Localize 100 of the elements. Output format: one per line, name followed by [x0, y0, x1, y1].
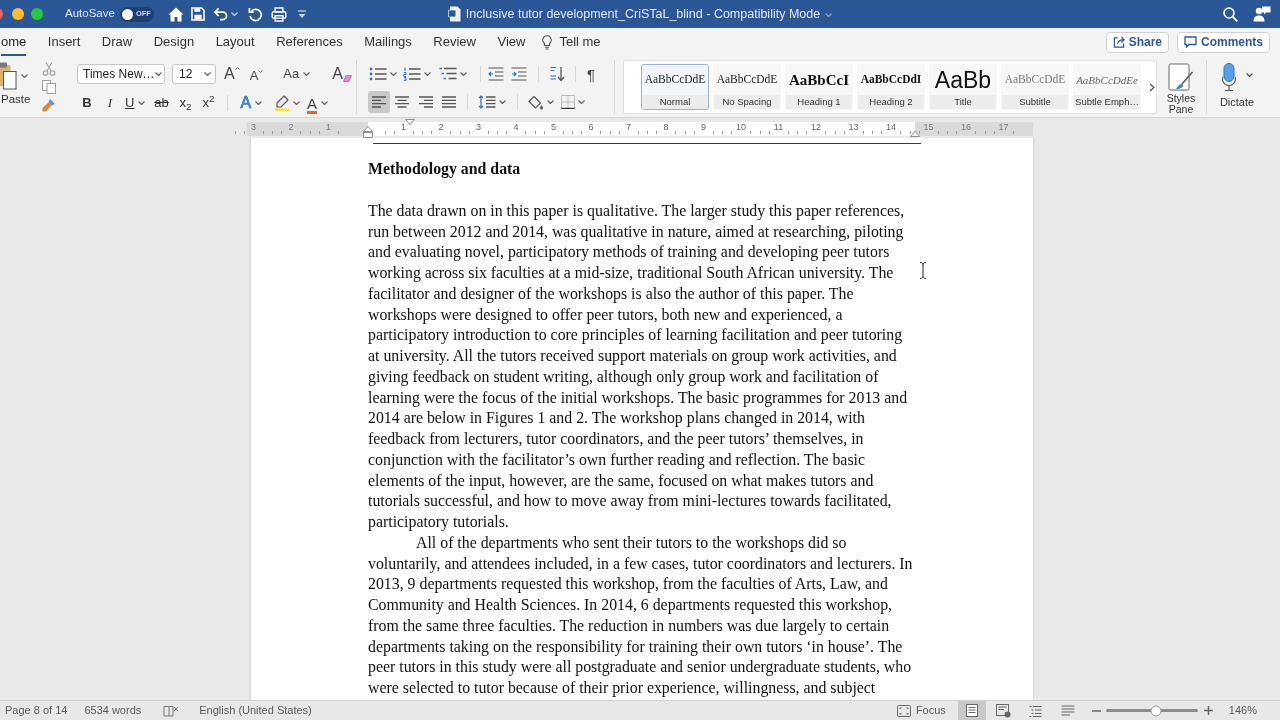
word-count: 6534 words	[84, 703, 142, 719]
style-option[interactable]: AaBbCcDdE Subtitle	[1001, 64, 1069, 110]
style-name: Subtitle	[1002, 95, 1068, 109]
underline-button[interactable]: U	[125, 93, 146, 113]
search-icon[interactable]	[1223, 6, 1238, 22]
multilevel-list-button[interactable]	[439, 67, 467, 81]
font-name-dropdown[interactable]: Times New…	[77, 64, 165, 84]
caret-icon	[424, 72, 431, 76]
window-title: Inclusive tutor development_CriSTaL_blind - Compatibility Mode	[465, 5, 821, 23]
highlight-button[interactable]	[274, 95, 301, 111]
numbering-button[interactable]	[403, 67, 431, 81]
styles-pane-button[interactable]: Styles Pane	[1162, 56, 1200, 115]
increase-indent-icon[interactable]	[511, 67, 527, 81]
style-option[interactable]: AaBbCcDdE Normal	[641, 64, 709, 110]
window-zoom-button[interactable]	[31, 8, 43, 20]
align-left-button[interactable]	[368, 91, 390, 113]
home-icon[interactable]	[167, 6, 184, 22]
italic-button[interactable]: I	[102, 93, 118, 113]
style-name: Heading 1	[786, 95, 852, 109]
caret-icon	[230, 12, 238, 16]
share-button[interactable]: Share	[1105, 31, 1169, 53]
circular-arrow-icon[interactable]	[247, 6, 263, 22]
multilevel-list-icon	[439, 67, 457, 81]
caret-up-icon	[234, 67, 240, 70]
ribbon-tab[interactable]: Mailings	[364, 28, 412, 56]
ribbon-tab[interactable]: Design	[153, 28, 195, 56]
style-name: Subtle Emph…	[1074, 95, 1140, 109]
style-option[interactable]: AaBbCcDdI Heading 2	[857, 64, 925, 110]
style-name: No Spacing	[714, 95, 780, 109]
share-icon	[1112, 36, 1125, 48]
style-option[interactable]: AaBbCcDdEe Subtle Emph…	[1073, 64, 1141, 110]
grow-font-button[interactable]: A	[224, 66, 240, 82]
shading-button[interactable]	[528, 94, 554, 110]
save-icon[interactable]	[190, 7, 205, 21]
caret-icon	[154, 72, 162, 76]
paintbrush-icon[interactable]	[42, 98, 57, 112]
slider-thumb[interactable]	[1150, 705, 1162, 716]
caret-icon	[303, 72, 311, 76]
undo-arrow-icon[interactable]	[212, 7, 228, 21]
dictate-button[interactable]: Dictate	[1213, 56, 1261, 111]
line-spacing-button[interactable]	[478, 95, 506, 109]
print-layout-button[interactable]	[957, 701, 986, 720]
window-minimize-button[interactable]	[12, 8, 24, 20]
bold-button[interactable]: B	[79, 93, 95, 113]
ribbon-tab[interactable]: Insert	[47, 28, 81, 56]
focus-button[interactable]: Focus	[896, 702, 946, 719]
style-name: Heading 2	[858, 95, 924, 109]
show-marks-button[interactable]: ¶	[587, 66, 596, 82]
copy-icon[interactable]	[42, 80, 57, 94]
style-option[interactable]: AaBbCcI Heading 1	[785, 64, 853, 110]
minus-icon[interactable]	[1091, 709, 1101, 712]
subscript-button[interactable]: x$_{2}$	[177, 93, 194, 113]
style-option[interactable]: AaBb Title	[929, 64, 997, 110]
style-option[interactable]: AaBbCcDdE No Spacing	[713, 64, 781, 110]
shrink-font-button[interactable]: A	[249, 69, 264, 82]
sort-icon[interactable]	[549, 66, 565, 82]
autosave-label: AutoSave	[65, 6, 115, 22]
person-icon[interactable]	[1253, 6, 1271, 22]
web-layout-icon	[996, 703, 1012, 718]
caret-icon	[138, 101, 146, 105]
zoom-percentage: 146%	[1228, 703, 1257, 719]
superscript-button[interactable]: x$^{2}$	[200, 93, 217, 113]
printer-icon[interactable]	[270, 6, 287, 22]
borders-icon	[561, 95, 575, 109]
style-preview: AaBbCcDdI	[859, 72, 923, 88]
caret-icon	[21, 74, 28, 78]
caret-icon	[460, 72, 467, 76]
caret-icon	[825, 12, 833, 17]
ribbon-tab[interactable]: References	[276, 28, 343, 56]
menu-caret-icon[interactable]	[296, 10, 307, 18]
chevron-right-icon[interactable]	[1149, 82, 1155, 92]
paste-button[interactable]: Paste	[0, 62, 31, 112]
align-right-icon	[419, 96, 433, 108]
plus-icon[interactable]	[1203, 706, 1213, 715]
ribbon-tab[interactable]: View	[497, 28, 526, 56]
change-case-button[interactable]: Aa	[283, 64, 311, 84]
style-preview: AaBbCcI	[788, 70, 850, 90]
clear-formatting-button[interactable]: A	[332, 66, 352, 82]
font-size-dropdown[interactable]: 12	[172, 64, 216, 84]
indent-marker-icon[interactable]	[363, 126, 373, 138]
strikethrough-button[interactable]: ab	[153, 93, 170, 113]
caret-icon	[255, 101, 263, 105]
text-cursor-icon	[919, 262, 927, 279]
ribbon-tab[interactable]: Layout	[215, 28, 255, 56]
draft-icon	[1060, 705, 1075, 716]
style-preview: AaBbCcDdE	[715, 72, 779, 88]
style-preview: AaBbCcDdE	[1003, 72, 1067, 88]
highlighter-icon	[274, 95, 291, 111]
caret-icon	[578, 100, 585, 104]
font-color-button[interactable]: A	[307, 95, 329, 111]
proofing-icon[interactable]	[163, 704, 180, 717]
ribbon-tab[interactable]: Review	[433, 28, 476, 56]
bullets-button[interactable]	[369, 67, 397, 81]
tell-me-button[interactable]: Tell me	[542, 28, 601, 56]
comments-button[interactable]: Comments	[1177, 31, 1270, 53]
outline-icon	[1029, 704, 1043, 717]
ribbon-tab[interactable]: Draw	[101, 28, 133, 56]
borders-button[interactable]	[561, 95, 585, 109]
decrease-indent-icon[interactable]	[488, 67, 504, 81]
toggle-knob-icon	[121, 8, 133, 20]
